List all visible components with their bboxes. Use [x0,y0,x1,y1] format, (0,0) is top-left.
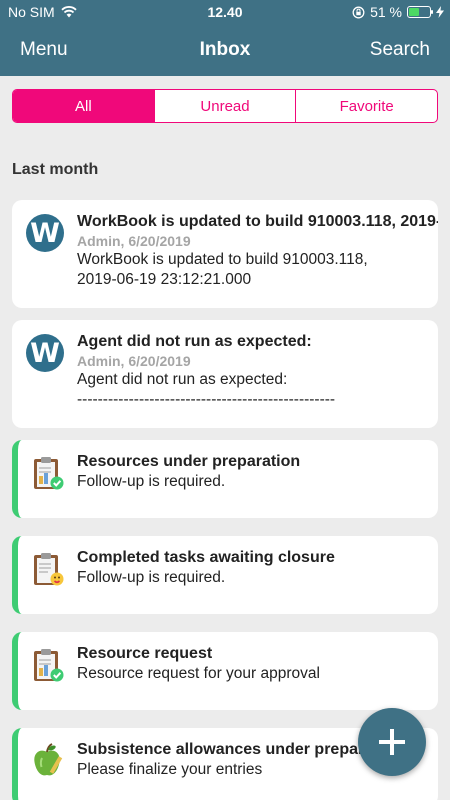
message-title: Resource request [77,645,213,662]
message-meta: Admin, 6/20/2019 [77,233,191,249]
message-card[interactable]: Resource request Resource request for yo… [12,632,438,710]
clipboard-check-icon [28,646,66,684]
message-card[interactable]: Resources under preparation Follow-up is… [12,440,438,518]
message-line-1: Agent did not run as expected: [77,371,288,388]
new-message-button[interactable] [358,708,426,776]
message-line-1: Follow-up is required. [77,473,226,490]
message-title: Agent did not run as expected: [77,333,312,350]
message-meta: Admin, 6/20/2019 [77,353,191,369]
message-card[interactable]: W Agent did not run as expected: Admin, … [12,320,438,428]
clipboard-emoji-icon [28,550,66,588]
message-line-1: Resource request for your approval [77,665,320,682]
nav-bar: Menu Inbox Search [0,24,450,76]
status-bar: No SIM 12.40 51 % [0,0,450,24]
message-body: Resource request Resource request for yo… [77,644,438,684]
message-line-1: WorkBook is updated to build 910003.118, [77,251,368,268]
message-card[interactable]: W WorkBook is updated to build 910003.11… [12,200,438,308]
message-body: WorkBook is updated to build 910003.118,… [77,212,438,290]
tab-favorite[interactable]: Favorite [296,90,437,122]
clipboard-check-icon [28,454,66,492]
charging-icon [436,6,444,18]
workbook-logo-icon: W [26,214,64,252]
menu-button[interactable]: Menu [20,39,68,61]
plus-icon [379,729,405,755]
section-header: Last month [12,161,99,178]
tab-unread[interactable]: Unread [155,90,297,122]
message-body: Completed tasks awaiting closure Follow-… [77,548,438,588]
message-line-2: 2019-06-19 23:12:21.000 [77,271,252,288]
status-right: 51 % [352,4,444,20]
message-title: Resources under preparation [77,453,301,470]
message-line-1: Follow-up is required. [77,569,226,586]
message-body: Agent did not run as expected: Admin, 6/… [77,332,438,410]
battery-icon [407,6,433,18]
battery-percent: 51 % [370,4,402,20]
filter-tabs: All Unread Favorite [12,89,438,123]
apple-icon [28,742,66,780]
message-title: WorkBook is updated to build 910003.118,… [77,213,438,230]
message-title: Completed tasks awaiting closure [77,549,335,566]
workbook-logo-icon: W [26,334,64,372]
orientation-lock-icon [352,6,365,18]
tab-all[interactable]: All [13,90,155,122]
search-button[interactable]: Search [370,39,430,61]
message-card[interactable]: Completed tasks awaiting closure Follow-… [12,536,438,614]
message-body: Resources under preparation Follow-up is… [77,452,438,492]
message-line-2: ----------------------------------------… [77,391,336,408]
